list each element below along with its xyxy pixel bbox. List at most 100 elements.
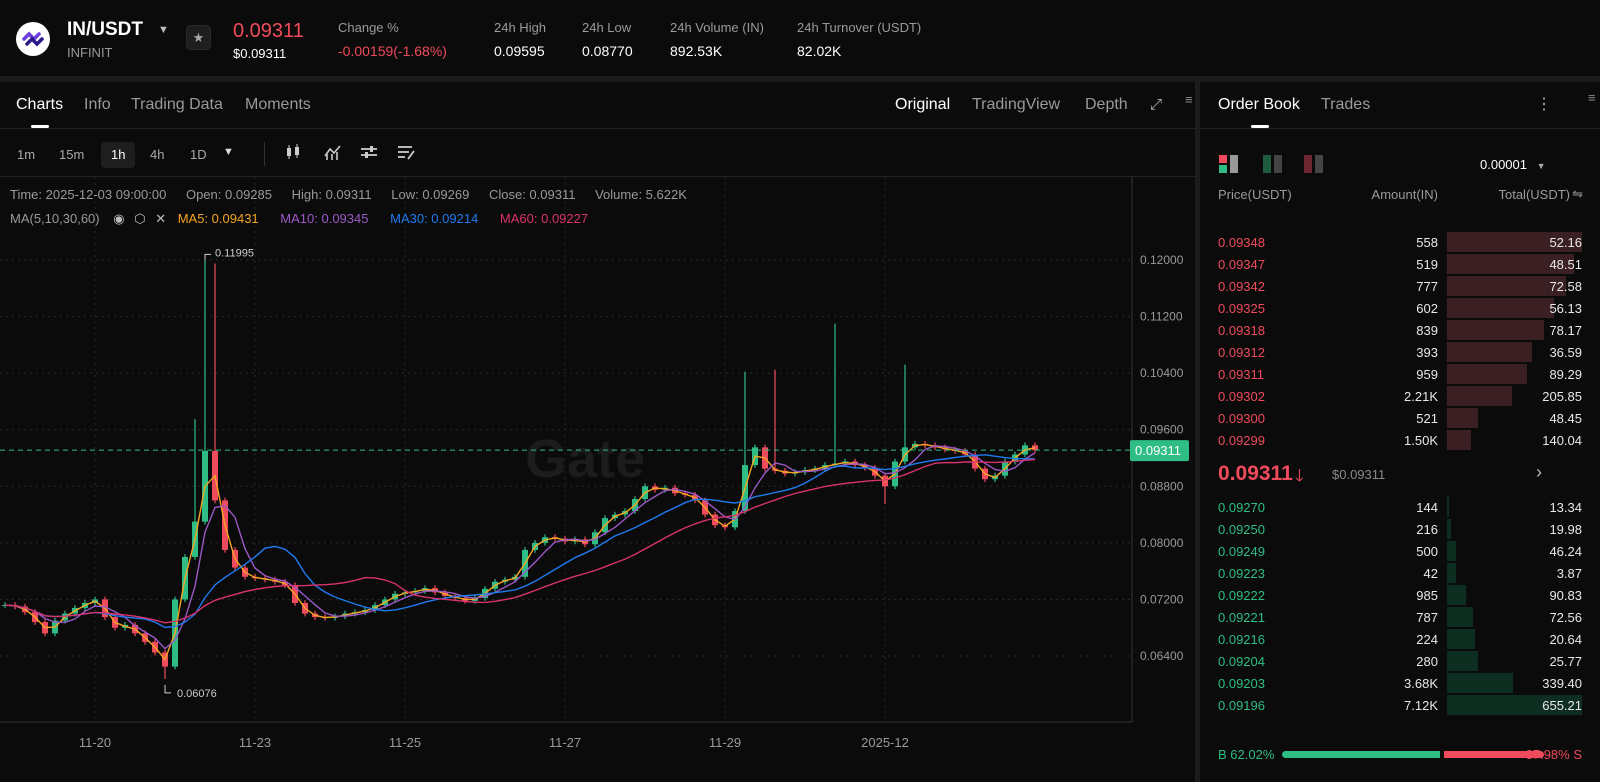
pair-dropdown-icon[interactable]: ▼	[158, 24, 169, 36]
order-amount: 519	[1416, 257, 1438, 272]
timeframe-dropdown-icon[interactable]: ▼	[223, 146, 234, 158]
ask-row[interactable]: 0.09342 777 72.58	[1200, 275, 1600, 297]
candle-type-icon[interactable]	[285, 144, 301, 164]
col-total[interactable]: Total(USDT)	[1498, 187, 1570, 202]
tab-order-book[interactable]: Order Book	[1218, 96, 1300, 114]
order-price: 0.09302	[1218, 389, 1265, 404]
ask-row[interactable]: 0.09300 521 48.45	[1200, 407, 1600, 429]
y-tick-label: 0.07200	[1140, 592, 1184, 606]
depth-bar	[1447, 651, 1478, 671]
settings-icon[interactable]: ⬡	[134, 211, 145, 226]
x-tick-label: 11-23	[239, 735, 271, 750]
order-total: 25.77	[1549, 654, 1582, 669]
stat-label-change: Change %	[338, 20, 399, 35]
settings-sliders-icon[interactable]	[360, 144, 378, 164]
order-amount: 3.68K	[1404, 676, 1438, 691]
price-chart[interactable]: 0.12000 0.11200 0.10400 0.09600 0.08800 0.080…	[0, 177, 1195, 782]
view-tradingview[interactable]: TradingView	[972, 96, 1060, 114]
ma10-value: MA10: 0.09345	[280, 211, 369, 226]
pair-name[interactable]: IN/USDT	[67, 19, 143, 41]
order-price: 0.09221	[1218, 610, 1265, 625]
swap-icon[interactable]: ⇋	[1572, 186, 1583, 202]
ask-row[interactable]: 0.09318 839 78.17	[1200, 319, 1600, 341]
close-icon[interactable]: ✕	[155, 211, 166, 226]
view-bids-icon[interactable]	[1262, 154, 1284, 179]
current-price-label: 0.09311	[1135, 443, 1181, 458]
order-price: 0.09250	[1218, 522, 1265, 537]
view-asks-icon[interactable]	[1303, 154, 1325, 179]
ask-row[interactable]: 0.09348 558 52.16	[1200, 231, 1600, 253]
chevron-down-icon: ▼	[1536, 161, 1546, 171]
order-total: 339.40	[1542, 676, 1582, 691]
fullscreen-icon[interactable]: ⤢	[1150, 96, 1162, 113]
tab-charts[interactable]: Charts	[16, 96, 63, 114]
bid-row[interactable]: 0.09250 216 19.98	[1200, 518, 1600, 540]
ohlc-close: Close: 0.09311	[488, 187, 576, 202]
order-total: 19.98	[1549, 522, 1582, 537]
last-price: 0.09311	[233, 20, 304, 42]
ma5-value: MA5: 0.09431	[177, 211, 259, 226]
order-total: 655.21	[1542, 698, 1582, 713]
indicators-icon[interactable]	[324, 144, 342, 164]
depth-bar	[1447, 585, 1466, 605]
order-amount: 7.12K	[1404, 698, 1438, 713]
token-name: INFINIT	[67, 45, 113, 60]
stat-value-low: 0.08770	[582, 43, 633, 59]
bid-row[interactable]: 0.09222 985 90.83	[1200, 584, 1600, 606]
order-amount: 521	[1416, 411, 1438, 426]
tab-trades[interactable]: Trades	[1321, 96, 1370, 114]
timeframe-4h[interactable]: 4h	[142, 142, 172, 168]
ask-row[interactable]: 0.09312 393 36.59	[1200, 341, 1600, 363]
mid-price: 0.09311	[1218, 462, 1293, 485]
eye-icon[interactable]: ◉	[113, 211, 124, 226]
timeframe-1d[interactable]: 1D	[182, 142, 215, 168]
ask-row[interactable]: 0.09299 1.50K 140.04	[1200, 429, 1600, 451]
bid-row[interactable]: 0.09216 224 20.64	[1200, 628, 1600, 650]
order-price: 0.09325	[1218, 301, 1265, 316]
bid-row[interactable]: 0.09249 500 46.24	[1200, 540, 1600, 562]
order-total: 72.58	[1549, 279, 1582, 294]
favorite-star-icon[interactable]: ★	[186, 25, 211, 50]
order-amount: 144	[1416, 500, 1438, 515]
tab-trading-data[interactable]: Trading Data	[131, 96, 223, 114]
mid-price-usd: $0.09311	[1332, 467, 1386, 482]
token-logo	[16, 22, 50, 56]
bid-row[interactable]: 0.09196 7.12K 655.21	[1200, 694, 1600, 716]
x-tick-label: 2025-12	[861, 735, 909, 750]
tab-info[interactable]: Info	[84, 96, 111, 114]
depth-bar	[1447, 386, 1512, 406]
order-price: 0.09300	[1218, 411, 1265, 426]
arrow-down-icon: 🡓	[1295, 466, 1304, 485]
bid-row[interactable]: 0.09270 144 13.34	[1200, 496, 1600, 518]
drawing-tools-icon[interactable]	[397, 144, 415, 164]
view-both-icon[interactable]	[1218, 154, 1240, 179]
panel-menu-icon[interactable]: ≡	[1185, 92, 1193, 107]
more-options-icon[interactable]: ⋮	[1536, 94, 1552, 114]
y-tick-label: 0.09600	[1140, 423, 1184, 437]
ask-row[interactable]: 0.09311 959 89.29	[1200, 363, 1600, 385]
chevron-right-icon[interactable]: ›	[1536, 462, 1542, 483]
timeframe-15m[interactable]: 15m	[51, 142, 92, 168]
bid-row[interactable]: 0.09203 3.68K 339.40	[1200, 672, 1600, 694]
bid-row[interactable]: 0.09204 280 25.77	[1200, 650, 1600, 672]
ask-row[interactable]: 0.09325 602 56.13	[1200, 297, 1600, 319]
bid-row[interactable]: 0.09223 42 3.87	[1200, 562, 1600, 584]
timeframe-1m[interactable]: 1m	[9, 142, 43, 168]
view-original[interactable]: Original	[895, 96, 950, 114]
timeframe-1h[interactable]: 1h	[101, 142, 136, 168]
order-price: 0.09222	[1218, 588, 1265, 603]
order-amount: 777	[1416, 279, 1438, 294]
precision-select[interactable]: 0.00001 ▼	[1480, 157, 1546, 172]
view-depth[interactable]: Depth	[1085, 96, 1128, 114]
panel-menu-icon[interactable]: ≡	[1588, 90, 1596, 105]
col-price: Price(USDT)	[1218, 187, 1292, 202]
stat-value-high: 0.09595	[494, 43, 545, 59]
x-tick-label: 11-29	[709, 735, 741, 750]
ask-row[interactable]: 0.09347 519 48.51	[1200, 253, 1600, 275]
stat-label-volume: 24h Volume (IN)	[670, 20, 764, 35]
order-total: 89.29	[1549, 367, 1582, 382]
bid-row[interactable]: 0.09221 787 72.56	[1200, 606, 1600, 628]
tab-moments[interactable]: Moments	[245, 96, 311, 114]
ask-row[interactable]: 0.09302 2.21K 205.85	[1200, 385, 1600, 407]
stat-value-change: -0.00159(-1.68%)	[338, 43, 447, 59]
